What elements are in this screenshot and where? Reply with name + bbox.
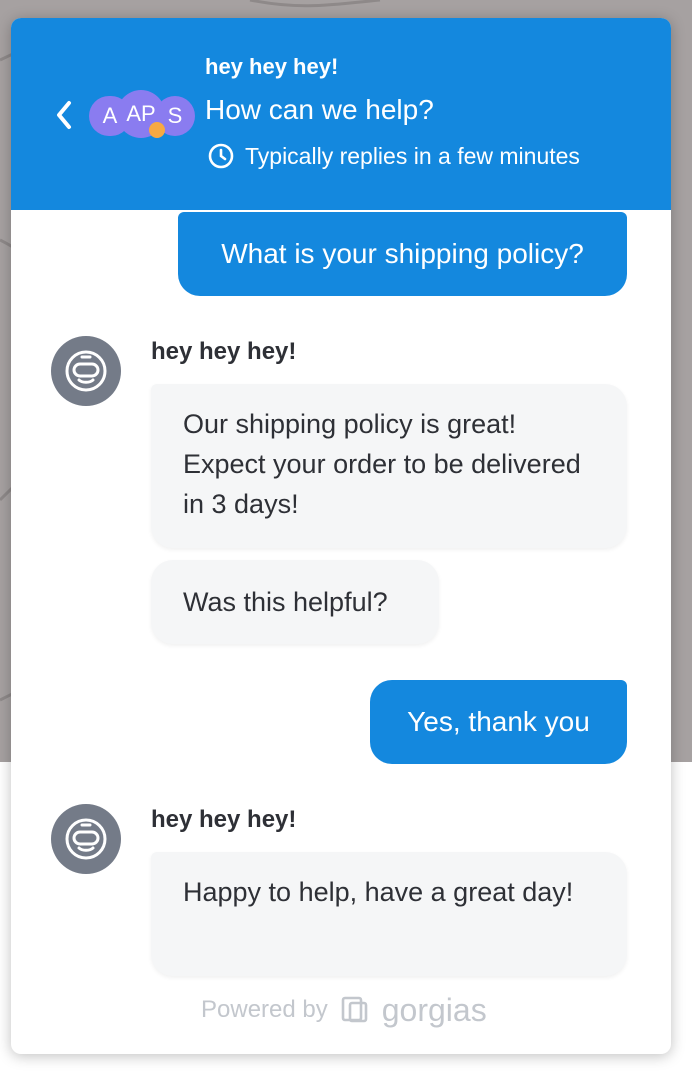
powered-by-footer[interactable]: Powered by gorgias [201, 992, 487, 1028]
page-title: How can we help? [205, 94, 434, 125]
bot-icon [65, 350, 107, 392]
chat-widget: A S AP hey hey hey! How can we help? Typ… [11, 18, 671, 1054]
brand-wordmark: gorgias [381, 991, 487, 1028]
bot-avatar [51, 804, 121, 874]
bot-icon [65, 818, 107, 860]
customer-message: What is your shipping policy? [178, 212, 627, 296]
online-status-dot [149, 122, 165, 138]
brand-name: hey hey hey! [205, 54, 339, 79]
agent-avatars: A S AP [89, 88, 195, 142]
powered-by-label: Powered by [201, 996, 328, 1023]
bot-message: Our shipping policy is great! Expect you… [151, 384, 627, 548]
chat-header: A S AP hey hey hey! How can we help? Typ… [11, 18, 671, 210]
reply-time-label: Typically replies in a few minutes [245, 142, 580, 169]
bot-message: Was this helpful? [151, 560, 439, 644]
customer-message: Yes, thank you [370, 680, 627, 764]
back-button[interactable] [51, 98, 77, 132]
bot-message: Happy to help, have a great day! [151, 852, 627, 976]
sender-name: hey hey hey! [151, 806, 297, 833]
clock-icon [208, 143, 234, 169]
reply-time-status: Typically replies in a few minutes [207, 142, 580, 170]
sender-name: hey hey hey! [151, 338, 297, 365]
gorgias-logo-icon [341, 996, 368, 1023]
chevron-left-icon [57, 101, 71, 129]
bot-avatar [51, 336, 121, 406]
